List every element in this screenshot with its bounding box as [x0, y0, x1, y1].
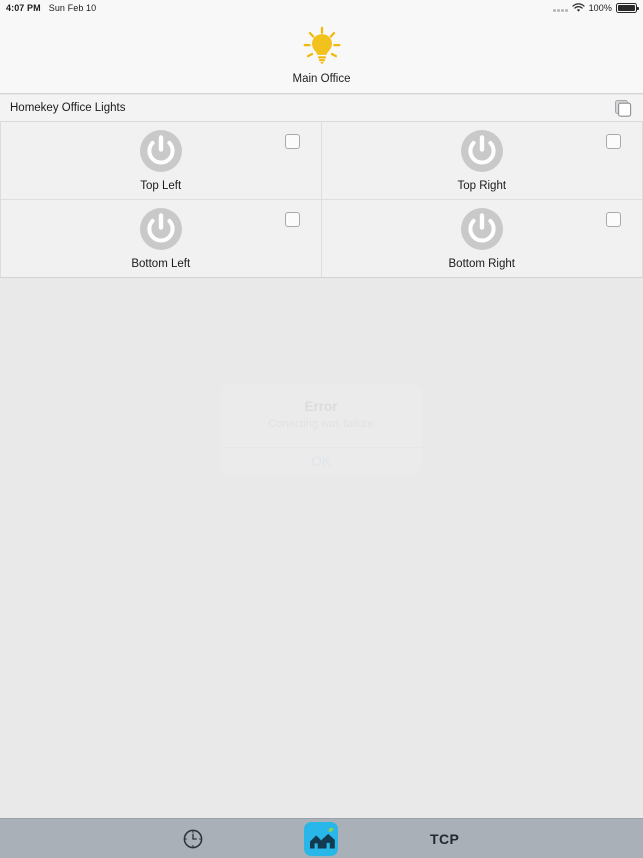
alert-message: Conecting was failure	[268, 418, 374, 430]
device-label: Top Right	[457, 180, 507, 193]
status-bar: 4:07 PM Sun Feb 10 100%	[0, 0, 643, 16]
lightbulb-icon	[303, 26, 340, 64]
device-checkbox[interactable]	[606, 134, 621, 149]
home-app-icon[interactable]	[304, 821, 338, 856]
alert-ok-button[interactable]: OK	[220, 448, 422, 475]
section-header: Homekey Office Lights	[0, 95, 643, 122]
clock-button[interactable]	[178, 824, 208, 854]
power-icon[interactable]	[459, 206, 505, 252]
tcp-label[interactable]: TCP	[430, 831, 459, 847]
device-cell-top-right[interactable]: Top Right	[321, 122, 642, 200]
device-cell-bottom-right[interactable]: Bottom Right	[321, 199, 642, 277]
copy-icon[interactable]	[613, 98, 633, 118]
section-title: Homekey Office Lights	[10, 102, 126, 114]
device-checkbox[interactable]	[606, 211, 621, 227]
power-icon[interactable]	[138, 128, 184, 174]
battery-percent: 100%	[588, 3, 612, 13]
device-checkbox[interactable]	[284, 211, 300, 227]
room-name-label: Main Office	[292, 72, 351, 85]
device-cell-top-left[interactable]: Top Left	[1, 122, 322, 200]
device-cell-bottom-left[interactable]: Bottom Left	[1, 199, 322, 277]
power-icon[interactable]	[459, 128, 505, 174]
home-app-button[interactable]	[304, 821, 338, 856]
clock-icon[interactable]	[182, 828, 204, 850]
content-area	[0, 278, 643, 812]
status-bar-left: 4:07 PM Sun Feb 10	[6, 3, 96, 13]
signal-dots-icon	[553, 5, 568, 12]
wifi-icon	[571, 3, 585, 12]
power-icon[interactable]	[138, 206, 184, 252]
device-label: Bottom Right	[448, 258, 515, 271]
alert-title: Error	[304, 399, 338, 414]
status-time: 4:07 PM	[6, 3, 41, 13]
device-checkbox[interactable]	[284, 134, 300, 149]
battery-full-icon	[616, 3, 639, 13]
app-root: 4:07 PM Sun Feb 10 100% Main Office Home…	[0, 0, 643, 858]
status-bar-right: 100%	[553, 3, 639, 13]
device-label: Bottom Left	[131, 258, 191, 271]
bottom-toolbar: TCP	[0, 818, 643, 858]
status-date: Sun Feb 10	[48, 3, 97, 13]
room-header: Main Office	[0, 16, 643, 94]
error-alert-dialog: Error Conecting was failure OK	[220, 383, 422, 475]
device-label: Top Left	[140, 180, 182, 193]
device-grid: Top Left Top Right Bottom Left Bottom Ri…	[0, 122, 643, 278]
